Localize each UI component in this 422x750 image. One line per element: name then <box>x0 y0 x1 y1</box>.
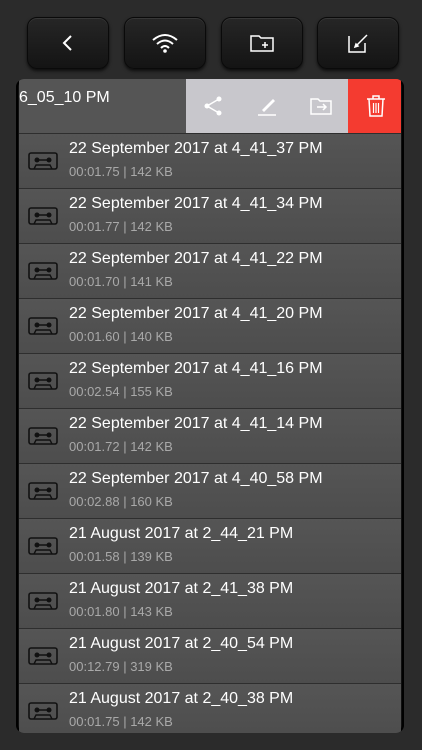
rename-icon <box>258 99 276 116</box>
recording-title: 22 September 2017 at 4_40_58 PM <box>69 470 323 487</box>
recording-title: 21 August 2017 at 2_44_21 PM <box>69 525 294 542</box>
trash-icon <box>366 95 385 117</box>
edit-icon <box>348 34 368 53</box>
recording-meta: 00:01.72 | 142 KB <box>69 439 173 454</box>
recording-row[interactable]: 21 August 2017 at 2_40_54 PM 00:12.79 | 3… <box>19 629 401 684</box>
cassette-icon <box>28 592 58 610</box>
wifi-button[interactable] <box>124 17 206 69</box>
move-icon <box>310 98 332 115</box>
cassette-icon <box>28 482 58 500</box>
recording-row[interactable]: 22 September 2017 at 4_41_22 PM 00:01.70 … <box>19 244 401 299</box>
recording-meta: 00:01.75 | 142 KB <box>69 164 173 179</box>
cassette-icon <box>28 372 58 390</box>
recording-row[interactable]: 21 August 2017 at 2_40_38 PM 00:01.75 | 1… <box>19 684 401 733</box>
recording-row[interactable]: 21 August 2017 at 2_41_38 PM 00:01.80 | 1… <box>19 574 401 629</box>
new-folder-button[interactable] <box>221 17 303 69</box>
cassette-icon <box>28 207 58 225</box>
row-actions <box>186 79 401 133</box>
recording-meta: 00:01.70 | 141 KB <box>69 274 173 289</box>
recording-title: 22 September 2017 at 4_41_16 PM <box>69 360 323 377</box>
recording-row[interactable]: 22 September 2017 at 4_41_14 PM 00:01.72 … <box>19 409 401 464</box>
rename-button[interactable] <box>240 79 294 133</box>
cassette-icon <box>28 152 58 170</box>
move-button[interactable] <box>294 79 348 133</box>
chevron-left-icon <box>62 35 72 51</box>
recording-meta: 00:12.79 | 319 KB <box>69 659 173 674</box>
recording-title: 22 September 2017 at 4_41_20 PM <box>69 305 323 322</box>
share-button[interactable] <box>186 79 240 133</box>
cassette-icon <box>28 427 58 445</box>
recording-row[interactable]: 22 September 2017 at 4_41_20 PM 00:01.60 … <box>19 299 401 354</box>
recording-row[interactable]: 22 September 2017 at 4_41_34 PM 00:01.77 … <box>19 189 401 244</box>
recording-title: 21 August 2017 at 2_40_38 PM <box>69 690 294 707</box>
recording-title: 22 September 2017 at 4_41_14 PM <box>69 415 323 432</box>
folder-plus-icon <box>250 35 274 52</box>
recording-title: 22 September 2017 at 4_41_37 PM <box>69 140 323 157</box>
recording-title: 22 September 2017 at 4_41_22 PM <box>69 250 323 267</box>
recording-meta: 00:01.58 | 139 KB <box>69 549 173 564</box>
edit-button[interactable] <box>317 17 399 69</box>
recording-meta: 00:01.80 | 143 KB <box>69 604 173 619</box>
top-toolbar <box>0 0 422 80</box>
cassette-icon <box>28 537 58 555</box>
recording-row[interactable]: 22 September 2017 at 4_41_16 PM 00:02.54 … <box>19 354 401 409</box>
cassette-icon <box>28 647 58 665</box>
recording-meta: 00:01.75 | 142 KB <box>69 714 173 729</box>
delete-button[interactable] <box>348 79 401 133</box>
recording-meta: 00:01.77 | 142 KB <box>69 219 173 234</box>
recording-row[interactable]: 22 September 2017 at 4_41_37 PM 00:01.75 … <box>19 134 401 189</box>
recording-title: 22 September 2017 at 4_41_34 PM <box>69 195 323 212</box>
recordings-panel: 6_05_10 PM 22 September 2017 at 4_41_37 … <box>16 79 404 733</box>
swiped-recording-row[interactable]: 6_05_10 PM <box>19 79 401 134</box>
cassette-icon <box>28 702 58 720</box>
recordings-list[interactable]: 6_05_10 PM 22 September 2017 at 4_41_37 … <box>19 79 401 733</box>
recording-row[interactable]: 22 September 2017 at 4_40_58 PM 00:02.88 … <box>19 464 401 519</box>
cassette-icon <box>28 317 58 335</box>
recording-meta: 00:01.60 | 140 KB <box>69 329 173 344</box>
recording-title: 21 August 2017 at 2_41_38 PM <box>69 580 294 597</box>
swiped-recording-title: 6_05_10 PM <box>19 89 110 106</box>
recording-row[interactable]: 21 August 2017 at 2_44_21 PM 00:01.58 | 1… <box>19 519 401 574</box>
cassette-icon <box>28 262 58 280</box>
share-icon <box>204 96 222 116</box>
back-button[interactable] <box>27 17 109 69</box>
wifi-icon <box>152 34 178 53</box>
recording-meta: 00:02.88 | 160 KB <box>69 494 173 509</box>
recording-title: 21 August 2017 at 2_40_54 PM <box>69 635 294 652</box>
recording-meta: 00:02.54 | 155 KB <box>69 384 173 399</box>
